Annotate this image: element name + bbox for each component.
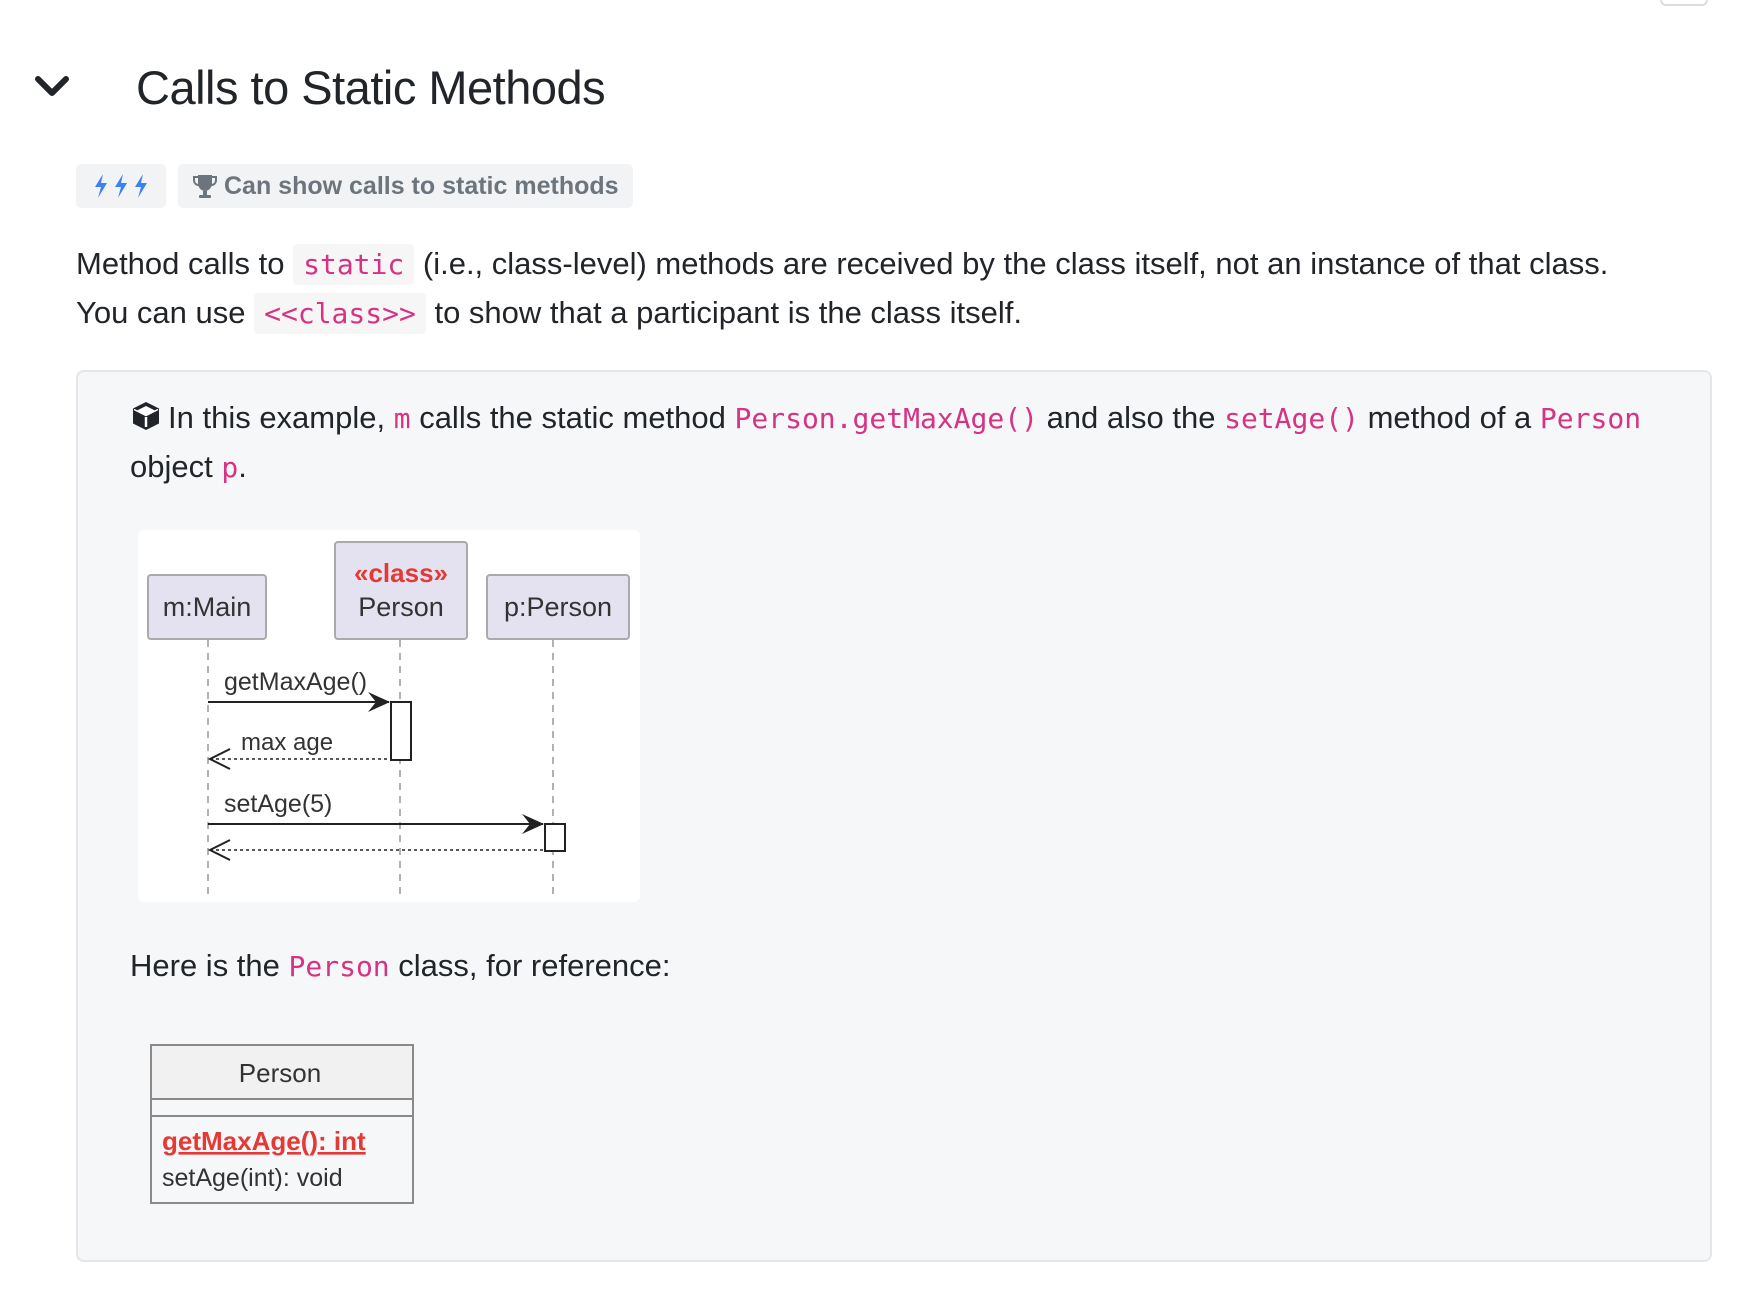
reference-text: Here is the	[130, 948, 289, 983]
participant-person-class-label: Person	[358, 592, 444, 622]
intro-text: (i.e., class-level) methods are received…	[414, 246, 1609, 281]
activation-person-class	[390, 701, 412, 761]
example-text: object	[130, 449, 222, 484]
trophy-icon	[193, 175, 217, 198]
message-set-age-label: setAge(5)	[224, 790, 332, 818]
code-static: static	[293, 244, 415, 285]
intro-text: to show that a participant is the class …	[425, 295, 1023, 330]
lightning-bolt	[115, 174, 127, 198]
method-label: setAge(int): void	[162, 1164, 343, 1192]
level-badge	[76, 164, 166, 208]
code-class-stereotype: <<class>>	[254, 293, 426, 334]
message-max-age-label: max age	[241, 729, 333, 756]
participant-person-object-label: p:Person	[504, 592, 612, 622]
participant-person-object: p:Person	[486, 574, 630, 640]
example-text: method of a	[1358, 400, 1540, 435]
section-title: Calls to Static Methods	[136, 60, 606, 114]
lightning-bolt	[135, 174, 147, 198]
code-set-age: setAge()	[1224, 402, 1359, 435]
code-person-ref: Person	[288, 950, 390, 983]
code-get-max-age: Person.getMaxAge()	[734, 402, 1038, 435]
reference-text: class, for reference:	[389, 948, 671, 983]
intro-text: You can use	[76, 295, 255, 330]
participant-main: m:Main	[147, 574, 267, 640]
reference-paragraph: Here is the Person class, for reference:	[130, 942, 671, 991]
cube-icon	[133, 402, 159, 430]
participant-person-class: «class» Person	[334, 541, 468, 640]
top-corner-control	[1660, 0, 1708, 6]
intro-text: Method calls to	[76, 246, 294, 281]
class-diagram: Person getMaxAge(): int setAge(int): voi…	[150, 1044, 414, 1204]
activation-person-object	[544, 823, 566, 852]
stereotype-label: «class»	[354, 558, 448, 588]
message-get-max-age-label: getMaxAge()	[224, 668, 367, 696]
section-header: Calls to Static Methods	[34, 52, 606, 122]
trophy-badge-text: Can show calls to static methods	[224, 171, 619, 200]
example-text: .	[238, 449, 247, 484]
example-panel: In this example, m calls the static meth…	[76, 370, 1712, 1262]
example-text: and also the	[1037, 400, 1225, 435]
intro-paragraph: Method calls to static (i.e., class-leve…	[76, 240, 1726, 338]
lightning-icon	[95, 174, 147, 198]
code-person: Person	[1539, 402, 1642, 435]
code-p: p	[221, 451, 239, 484]
static-method-label: getMaxAge(): int	[162, 1126, 366, 1156]
sequence-diagram: m:Main «class» Person p:Person getMaxAge…	[138, 530, 640, 902]
participant-main-label: m:Main	[163, 592, 252, 622]
trophy-badge: Can show calls to static methods	[178, 164, 633, 208]
example-text: In this example,	[168, 400, 394, 435]
chevron-down-icon[interactable]	[34, 69, 70, 105]
badge-row: Can show calls to static methods	[76, 164, 633, 208]
lightning-bolt	[95, 174, 107, 198]
code-m: m	[393, 402, 411, 435]
example-paragraph: In this example, m calls the static meth…	[130, 394, 1660, 492]
example-text: calls the static method	[410, 400, 735, 435]
class-name: Person	[239, 1058, 321, 1088]
